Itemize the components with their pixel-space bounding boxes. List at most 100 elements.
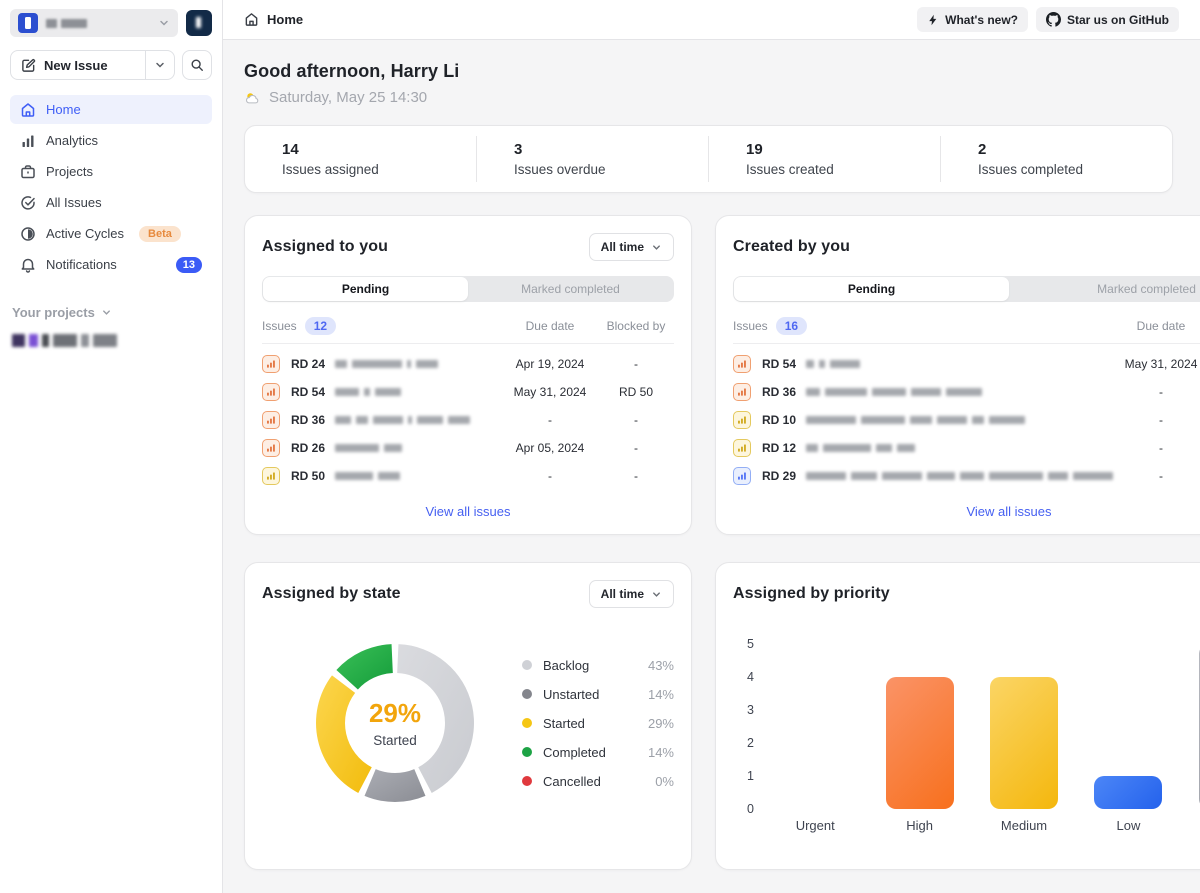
duration-filter-value: All time [601,240,644,254]
issue-row[interactable]: RD 36-- [262,406,674,434]
legend-dot [522,689,532,699]
bell-icon [20,257,36,273]
project-item-redacted[interactable] [10,334,212,347]
due-date-header: Due date [1113,319,1200,333]
priority-low-icon [733,467,751,485]
sidebar-item-home[interactable]: Home [10,95,212,124]
blocked-by-cell: - [598,469,674,483]
legend-value: 43% [648,658,674,673]
tab-marked-completed[interactable]: Marked completed [468,277,673,301]
legend-value: 14% [648,687,674,702]
duration-filter[interactable]: All time [589,580,674,608]
cycles-icon [20,226,36,242]
issue-row[interactable]: RD 26Apr 05, 2024- [262,434,674,462]
issue-id: RD 50 [291,469,325,483]
workspace-switcher[interactable] [10,9,178,37]
search-icon [190,58,204,72]
issue-row[interactable]: RD 29- [733,462,1200,490]
due-date-header: Due date [502,319,598,333]
bar-medium[interactable] [990,677,1058,809]
state-donut-chart: 29% Started [312,640,478,806]
whats-new-button[interactable]: What's new? [917,7,1028,32]
app-root: New Issue HomeAnalyticsProjectsAll Issue… [0,0,1200,893]
y-axis-tick: 0 [747,802,754,816]
all-issues-icon [20,195,36,211]
sidebar-item-analytics[interactable]: Analytics [10,126,212,155]
stat-label: Issues completed [978,162,1172,177]
y-axis-tick: 2 [747,736,754,750]
legend-value: 0% [655,774,674,789]
blocked-by-header: Blocked by [598,319,674,333]
projects-section: Your projects [10,305,212,347]
y-axis-tick: 1 [747,769,754,783]
due-date-cell: May 31, 2024 [502,385,598,399]
new-issue-dropdown[interactable] [145,51,174,79]
duration-filter-value: All time [601,587,644,601]
due-date-cell: - [502,469,598,483]
github-icon [1046,12,1061,27]
issue-row[interactable]: RD 12- [733,434,1200,462]
home-icon [20,102,36,118]
sidebar-item-active-cycles[interactable]: Active Cycles Beta [10,219,212,248]
created-by-you-card: Created by you All time Pending Marked c… [715,215,1200,535]
legend-item-cancelled: Cancelled0% [522,774,674,789]
issue-title-redacted [806,360,1113,368]
bar-low[interactable] [1094,776,1162,809]
stats-summary: 14Issues assigned3Issues overdue19Issues… [244,125,1173,193]
user-avatar[interactable] [186,10,212,36]
edit-icon [21,58,36,73]
stat-issues-overdue: 3Issues overdue [476,136,708,182]
sidebar-item-all-issues[interactable]: All Issues [10,188,212,217]
issue-row[interactable]: RD 24Apr 19, 2024- [262,350,674,378]
lightning-icon [927,14,939,26]
due-date-cell: Apr 19, 2024 [502,357,598,371]
priority-bar-chart: 012345 [733,644,1200,809]
donut-center-value: 29% [369,698,421,729]
legend-item-backlog: Backlog 43% [522,658,674,673]
stat-issues-created: 19Issues created [708,136,940,182]
duration-filter[interactable]: All time [589,233,674,261]
sidebar-item-label: Active Cycles [46,226,124,241]
new-issue-button[interactable]: New Issue [10,50,175,80]
workspace-name-redacted [46,19,87,28]
issue-row[interactable]: RD 10- [733,406,1200,434]
issue-title-redacted [335,388,502,396]
sidebar-nav: HomeAnalyticsProjects All Issues Active Cy… [10,95,212,279]
issue-id: RD 36 [291,413,325,427]
issues-header: Issues [262,319,297,333]
issue-row[interactable]: RD 50 -- [262,462,674,490]
tab-pending[interactable]: Pending [734,277,1009,301]
x-axis-label: Urgent [763,818,867,833]
issue-row[interactable]: RD 36- [733,378,1200,406]
priority-high-icon [262,411,280,429]
legend-label: Started [543,716,585,731]
view-all-issues-link[interactable]: View all issues [262,504,674,519]
your-projects-toggle[interactable]: Your projects [10,305,212,320]
blocked-by-cell: - [598,357,674,371]
star-github-button[interactable]: Star us on GitHub [1036,7,1179,32]
due-date-cell: - [502,413,598,427]
breadcrumb[interactable]: Home [244,12,303,27]
issue-row[interactable]: RD 54May 31, 2024 [733,350,1200,378]
created-issue-list: RD 54May 31, 2024RD 36-RD 10-RD 12-RD 29… [733,350,1200,490]
search-button[interactable] [182,50,212,80]
issue-row[interactable]: RD 54May 31, 2024RD 50 [262,378,674,406]
legend-label: Completed [543,745,606,760]
partly-cloudy-icon [244,90,262,106]
legend-item-started: Started29% [522,716,674,731]
legend-label: Backlog [543,658,589,673]
tab-marked-completed[interactable]: Marked completed [1009,277,1200,301]
sidebar: New Issue HomeAnalyticsProjects All Issue… [0,0,223,893]
beta-badge: Beta [139,226,181,242]
priority-medium-icon [262,467,280,485]
dashboard-content: Good afternoon, Harry Li Saturday, May 2… [223,40,1200,890]
issue-title-redacted [335,472,502,480]
view-all-issues-link[interactable]: View all issues [733,504,1200,519]
sidebar-item-projects[interactable]: Projects [10,157,212,186]
sidebar-item-label: All Issues [46,195,102,210]
tab-pending[interactable]: Pending [263,277,468,301]
legend-label: Unstarted [543,687,599,702]
bar-high[interactable] [886,677,954,809]
sidebar-item-notifications[interactable]: Notifications13 [10,250,212,279]
chevron-down-icon [651,242,662,253]
